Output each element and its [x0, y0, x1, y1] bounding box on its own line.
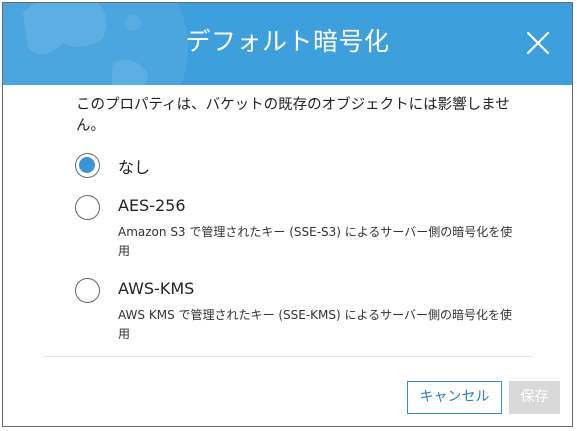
option-awskms-description: AWS KMS で管理されたキー (SSE-KMS) によるサーバー側の暗号化を…: [118, 308, 513, 341]
option-aes256-description: Amazon S3 で管理されたキー (SSE-S3) によるサーバー側の暗号化…: [118, 225, 513, 258]
cancel-button[interactable]: キャンセル: [407, 381, 502, 414]
close-icon[interactable]: [524, 29, 552, 57]
option-awskms-label: AWS-KMS: [118, 279, 195, 298]
default-encryption-dialog: デフォルト暗号化 このプロパティは、バケットの既存のオブジェクトには影響しません…: [2, 2, 573, 427]
option-aes256-label: AES-256: [118, 196, 186, 215]
radio-none[interactable]: [75, 153, 100, 178]
option-none-label: なし: [118, 158, 151, 177]
radio-awskms[interactable]: [75, 278, 100, 303]
footer-divider: [43, 356, 533, 357]
save-button[interactable]: 保存: [509, 381, 560, 414]
dialog-header: デフォルト暗号化: [3, 3, 572, 85]
radio-aes256[interactable]: [75, 195, 100, 220]
dialog-title: デフォルト暗号化: [185, 27, 390, 56]
dialog-description: このプロパティは、バケットの既存のオブジェクトには影響しません。: [76, 97, 510, 134]
